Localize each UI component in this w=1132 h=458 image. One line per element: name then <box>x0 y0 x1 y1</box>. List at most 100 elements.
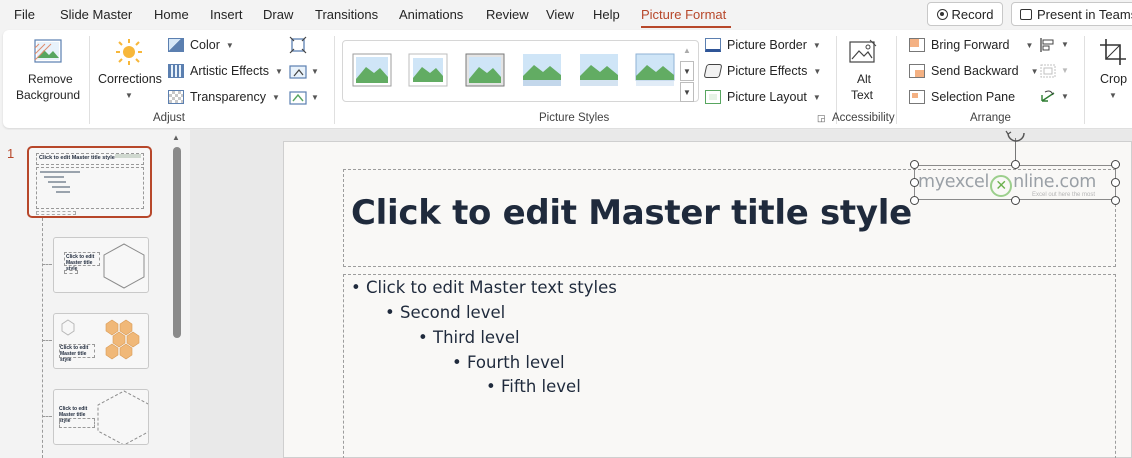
menu-help[interactable]: Help <box>593 7 620 22</box>
rotate-button[interactable]: ▼ <box>1039 89 1073 105</box>
resize-handle[interactable] <box>1111 178 1120 187</box>
menu-review[interactable]: Review <box>486 7 529 22</box>
color-icon <box>168 38 184 52</box>
bullet-level-1: • Click to edit Master text styles <box>351 278 617 297</box>
layout-thumbnail[interactable]: Click to edit Master title style <box>53 313 149 369</box>
picture-layout-button[interactable]: Picture Layout ▼ <box>705 87 821 107</box>
layout-tree-tick <box>42 340 52 341</box>
menu-view[interactable]: View <box>546 7 574 22</box>
slide-title: Click to edit Master title style <box>351 193 912 233</box>
picture-style-thumbnail <box>465 53 505 87</box>
resize-handle[interactable] <box>1111 196 1120 205</box>
menu-picture-format[interactable]: Picture Format <box>641 7 726 22</box>
chevron-down-icon: ▼ <box>1030 66 1039 76</box>
record-button[interactable]: Record <box>927 2 1003 26</box>
accessibility-group-label: Accessibility <box>832 112 895 124</box>
thumb-footer <box>36 211 76 215</box>
selection-pane-button[interactable]: Selection Pane <box>909 87 1015 107</box>
compress-pictures-icon <box>289 36 307 54</box>
present-in-teams-button[interactable]: Present in Teams <box>1011 2 1132 26</box>
record-label: Record <box>951 6 994 22</box>
resize-handle[interactable] <box>910 196 919 205</box>
resize-handle[interactable] <box>910 160 919 169</box>
picture-style-thumbnail <box>408 53 448 87</box>
thumb-text-line <box>44 176 64 178</box>
picture-style-option[interactable] <box>352 53 392 87</box>
picture-style-option[interactable] <box>465 53 505 87</box>
layout-tree-tick <box>42 416 52 417</box>
alt-text-label-2: Text <box>851 88 874 102</box>
alt-text-button[interactable]: Alt Text <box>843 36 883 104</box>
compress-pictures-button[interactable] <box>289 36 307 54</box>
bullet-level-3: • Third level <box>418 328 520 347</box>
menu-bar: File Slide Master Home Insert Draw Trans… <box>0 0 1132 30</box>
bring-forward-icon <box>909 38 925 52</box>
send-backward-button[interactable]: Send Backward ▼ <box>909 61 1038 81</box>
gallery-scroll-down[interactable]: ▼ <box>680 61 694 81</box>
transparency-label: Transparency <box>190 90 266 104</box>
picture-style-thumbnail <box>523 54 561 86</box>
transparency-button[interactable]: Transparency ▼ <box>168 87 280 107</box>
thumb-footer <box>64 270 78 274</box>
align-icon <box>1040 38 1054 52</box>
thumbnail-scrollbar[interactable] <box>173 147 181 338</box>
menu-animations[interactable]: Animations <box>399 7 463 22</box>
picture-styles-gallery <box>342 40 699 102</box>
picture-effects-button[interactable]: Picture Effects ▼ <box>703 61 821 81</box>
active-tab-indicator <box>641 26 731 28</box>
thumb-text-line <box>52 186 70 188</box>
hexagon-shape <box>97 390 148 444</box>
logo-text-part-1: myexcel <box>918 172 990 192</box>
picture-style-option[interactable] <box>408 53 448 87</box>
picture-layout-icon <box>705 90 721 104</box>
picture-style-option[interactable] <box>579 53 619 87</box>
ribbon: Remove Background Corrections ▼ Color ▼ … <box>3 30 1132 128</box>
artistic-effects-button[interactable]: Artistic Effects ▼ <box>168 61 283 81</box>
menu-slide-master[interactable]: Slide Master <box>60 7 132 22</box>
menu-file[interactable]: File <box>14 7 35 22</box>
resize-handle[interactable] <box>910 178 919 187</box>
separator <box>89 36 90 124</box>
rotate-handle-icon[interactable] <box>1005 130 1027 142</box>
crop-button[interactable]: Crop ▼ <box>1093 36 1132 104</box>
resize-handle[interactable] <box>1111 160 1120 169</box>
picture-style-thumbnail <box>635 53 675 86</box>
picture-border-button[interactable]: Picture Border ▼ <box>705 35 821 55</box>
selection-pane-label: Selection Pane <box>931 90 1016 104</box>
picture-style-option[interactable] <box>635 53 675 87</box>
thumb-text-line <box>40 171 80 173</box>
menu-insert[interactable]: Insert <box>210 7 243 22</box>
change-picture-button[interactable]: ▼ <box>289 63 323 81</box>
picture-border-icon <box>705 38 721 52</box>
bullet-level-2: • Second level <box>385 303 506 322</box>
layout-thumbnail[interactable]: Click to edit Master title style <box>53 389 149 445</box>
menu-transitions[interactable]: Transitions <box>315 7 378 22</box>
gallery-scroll-up[interactable]: ▲ <box>680 40 694 60</box>
scroll-up-arrow[interactable]: ▲ <box>172 133 180 142</box>
menu-home[interactable]: Home <box>154 7 189 22</box>
dialog-launcher-icon[interactable]: ◲ <box>817 113 826 124</box>
picture-style-option[interactable] <box>522 53 562 87</box>
chevron-down-icon: ▼ <box>271 92 280 102</box>
color-button[interactable]: Color ▼ <box>168 35 234 55</box>
resize-handle[interactable] <box>1011 196 1020 205</box>
reset-picture-button[interactable]: ▼ <box>289 89 323 107</box>
bring-forward-button[interactable]: Bring Forward ▼ <box>909 35 1033 55</box>
menu-draw[interactable]: Draw <box>263 7 293 22</box>
remove-background-button[interactable]: Remove Background <box>11 36 85 104</box>
chevron-down-icon: ▼ <box>1109 91 1117 100</box>
remove-bg-label-2: Background <box>16 88 81 102</box>
gallery-more[interactable]: ▼ <box>680 82 694 102</box>
slide-master-thumbnail[interactable]: Click to edit Master title style <box>27 146 152 218</box>
align-button[interactable]: ▼ <box>1039 37 1073 53</box>
send-backward-label: Send Backward <box>931 64 1019 78</box>
layout-thumbnail[interactable]: Click to edit Master title style <box>53 237 149 293</box>
present-label: Present in Teams <box>1037 6 1132 22</box>
picture-styles-group-label: Picture Styles <box>539 112 610 124</box>
artistic-effects-icon <box>168 64 184 78</box>
corrections-button[interactable]: Corrections ▼ <box>95 36 162 104</box>
picture-style-thumbnail <box>352 53 392 87</box>
resize-handle[interactable] <box>1011 160 1020 169</box>
logo-x-mark: ✕ <box>990 175 1013 197</box>
corrections-label: Corrections <box>98 72 162 86</box>
